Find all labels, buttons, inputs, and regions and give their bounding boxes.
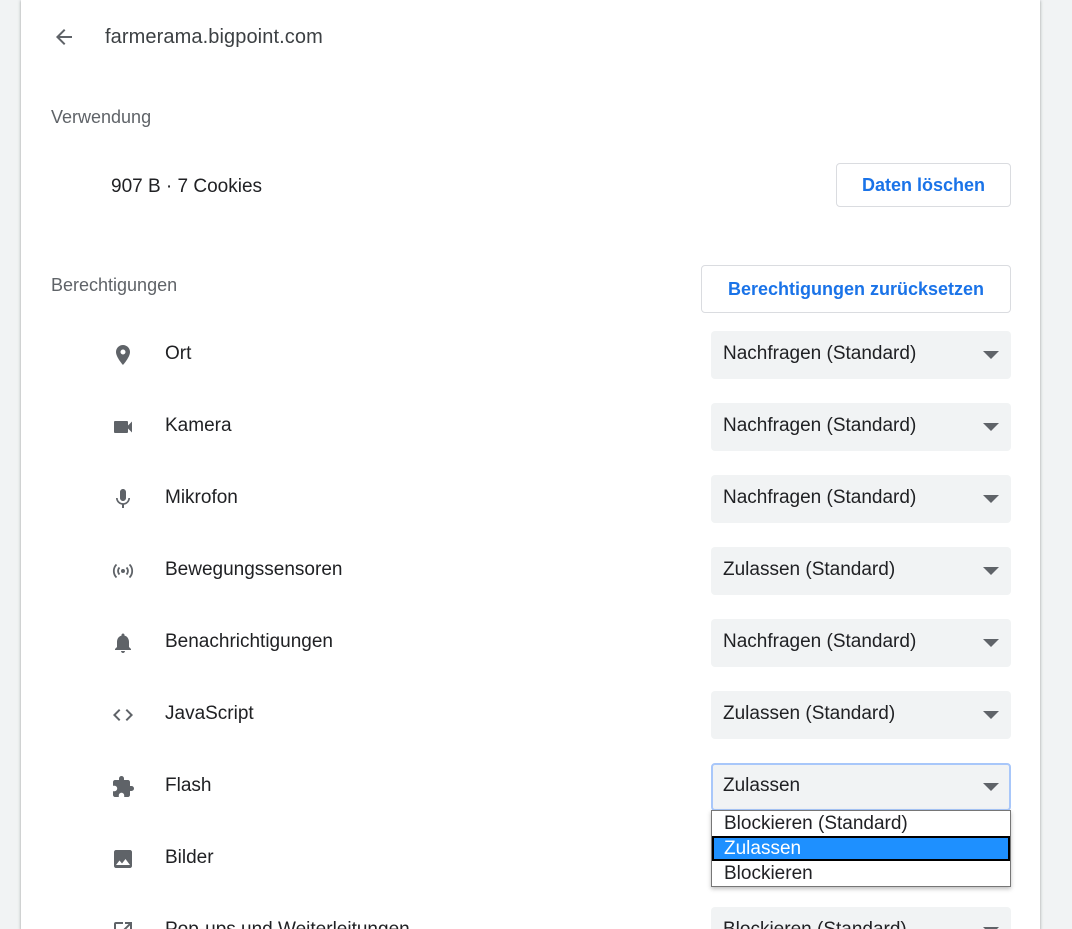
code-icon [111, 703, 135, 727]
permission-label: Pop-ups und Weiterleitungen [165, 919, 410, 929]
select-value: Nachfragen (Standard) [723, 631, 917, 652]
permission-row-motion-sensors: Bewegungssensoren Zulassen (Standard) [21, 547, 1040, 595]
select-value: Zulassen [723, 775, 801, 796]
dropdown-option[interactable]: Blockieren [712, 861, 1010, 886]
motion-sensor-icon [111, 559, 135, 583]
page-title: farmerama.bigpoint.com [105, 26, 323, 48]
clear-data-button[interactable]: Daten löschen [836, 163, 1011, 207]
popups-select[interactable]: Blockieren (Standard) [711, 907, 1011, 929]
javascript-select[interactable]: Zulassen (Standard) [711, 691, 1011, 739]
permission-row-camera: Kamera Nachfragen (Standard) [21, 403, 1040, 451]
dropdown-arrow-icon [983, 783, 999, 791]
dropdown-option-selected[interactable]: Zulassen [712, 836, 1010, 861]
open-in-new-icon [111, 919, 135, 929]
microphone-icon [111, 487, 135, 511]
select-value: Blockieren (Standard) [723, 919, 907, 929]
permission-label: Bewegungssensoren [165, 559, 343, 580]
dropdown-arrow-icon [983, 711, 999, 719]
dropdown-arrow-icon [983, 567, 999, 575]
location-pin-icon [111, 343, 135, 367]
notifications-select[interactable]: Nachfragen (Standard) [711, 619, 1011, 667]
permission-row-javascript: JavaScript Zulassen (Standard) [21, 691, 1040, 739]
dropdown-option[interactable]: Blockieren (Standard) [712, 811, 1010, 836]
permission-label: JavaScript [165, 703, 254, 724]
back-button[interactable] [49, 22, 79, 52]
permission-row-popups: Pop-ups und Weiterleitungen Blockieren (… [21, 907, 1040, 929]
select-value: Zulassen (Standard) [723, 559, 896, 580]
dropdown-arrow-icon [983, 495, 999, 503]
permission-label: Kamera [165, 415, 232, 436]
permission-row-location: Ort Nachfragen (Standard) [21, 331, 1040, 379]
bell-icon [111, 631, 135, 655]
motion-sensors-select[interactable]: Zulassen (Standard) [711, 547, 1011, 595]
permission-label: Flash [165, 775, 212, 796]
puzzle-icon [111, 775, 135, 799]
site-settings-card: farmerama.bigpoint.com Verwendung 907 B … [21, 0, 1040, 929]
location-select[interactable]: Nachfragen (Standard) [711, 331, 1011, 379]
arrow-back-icon [56, 29, 72, 45]
permission-row-microphone: Mikrofon Nachfragen (Standard) [21, 475, 1040, 523]
permission-row-notifications: Benachrichtigungen Nachfragen (Standard) [21, 619, 1040, 667]
select-value: Nachfragen (Standard) [723, 487, 917, 508]
microphone-select[interactable]: Nachfragen (Standard) [711, 475, 1011, 523]
permission-label: Ort [165, 343, 192, 364]
camera-select[interactable]: Nachfragen (Standard) [711, 403, 1011, 451]
dropdown-arrow-icon [983, 351, 999, 359]
flash-select[interactable]: Zulassen [711, 763, 1011, 811]
select-value: Nachfragen (Standard) [723, 415, 917, 436]
permissions-heading: Berechtigungen [51, 275, 178, 295]
permission-label: Mikrofon [165, 487, 238, 508]
reset-permissions-button[interactable]: Berechtigungen zurücksetzen [701, 265, 1011, 313]
select-value: Zulassen (Standard) [723, 703, 896, 724]
usage-summary: 907 B · 7 Cookies [111, 176, 263, 197]
camera-icon [111, 415, 135, 439]
select-value: Nachfragen (Standard) [723, 343, 917, 364]
usage-heading: Verwendung [51, 107, 152, 127]
image-icon [111, 847, 135, 871]
flash-dropdown-list: Blockieren (Standard) Zulassen Blockiere… [711, 810, 1011, 887]
permission-label: Bilder [165, 847, 214, 868]
dropdown-arrow-icon [983, 423, 999, 431]
permission-label: Benachrichtigungen [165, 631, 333, 652]
dropdown-arrow-icon [983, 639, 999, 647]
permission-row-flash: Flash Zulassen [21, 763, 1040, 811]
